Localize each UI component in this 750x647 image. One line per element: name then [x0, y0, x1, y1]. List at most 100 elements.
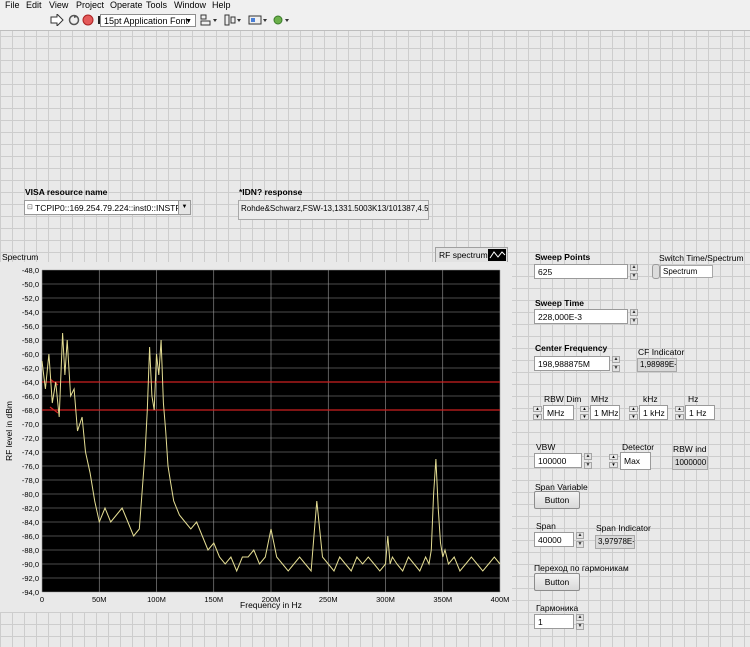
harmonic-field[interactable]: 1: [534, 614, 574, 629]
increment-arrow-icon[interactable]: ▲: [629, 406, 638, 412]
harmonic-nav-button[interactable]: Button: [534, 573, 580, 591]
sweep-points-stepper[interactable]: ▲ ▼: [630, 264, 638, 280]
y-tick-label: -56,0: [22, 322, 39, 331]
increment-arrow-icon[interactable]: ▲: [630, 264, 638, 271]
y-tick-label: -64,0: [22, 378, 39, 387]
center-frequency-stepper[interactable]: ▲ ▼: [612, 356, 620, 372]
increment-arrow-icon[interactable]: ▲: [675, 406, 684, 412]
sweep-points-field[interactable]: 625: [534, 264, 628, 279]
y-tick-label: -84,0: [22, 518, 39, 527]
rbw-mhz-field[interactable]: 1 MHz: [590, 405, 620, 420]
span-value: 40000: [538, 535, 562, 545]
align-objects-icon[interactable]: [200, 14, 218, 27]
y-tick-label: -80,0: [22, 490, 39, 499]
sweep-time-field[interactable]: 228,000E-3: [534, 309, 628, 324]
run-continuously-icon[interactable]: [68, 14, 80, 27]
sweep-time-value: 228,000E-3: [538, 312, 582, 322]
increment-arrow-icon[interactable]: ▲: [580, 406, 589, 412]
y-tick-label: -54,0: [22, 308, 39, 317]
rbw-ind-value: 1000000: [675, 458, 707, 467]
rbw-hz-value: 1 Hz: [689, 408, 707, 418]
decrement-arrow-icon[interactable]: ▼: [580, 414, 589, 420]
dropdown-arrow-icon[interactable]: ▼: [178, 201, 190, 214]
decrement-arrow-icon[interactable]: ▼: [612, 365, 620, 372]
rbw-hz-stepper[interactable]: ▲ ▼: [675, 406, 684, 420]
decrement-arrow-icon[interactable]: ▼: [629, 414, 638, 420]
rbw-dim-label: RBW Dim: [544, 394, 582, 404]
rbw-hz-field[interactable]: 1 Hz: [685, 405, 715, 420]
detector-stepper[interactable]: ▲ ▼: [609, 454, 618, 468]
menu-tools[interactable]: Tools: [146, 0, 167, 11]
vbw-value: 100000: [538, 456, 567, 466]
menu-edit[interactable]: Edit: [26, 0, 42, 11]
decrement-arrow-icon[interactable]: ▼: [630, 273, 638, 280]
cf-indicator-label: CF Indicator: [638, 347, 685, 357]
visa-resource-field[interactable]: ⊡ TCPIP0::169.254.79.224::inst0::INSTR ▼: [24, 200, 191, 215]
abort-icon[interactable]: [82, 14, 94, 27]
y-tick-label: -66,0: [22, 392, 39, 401]
rbw-mhz-stepper[interactable]: ▲ ▼: [580, 406, 589, 420]
center-frequency-value: 198,988875M: [538, 359, 590, 369]
increment-arrow-icon[interactable]: ▲: [630, 309, 638, 316]
menu-window[interactable]: Window: [174, 0, 206, 11]
y-tick-label: -90,0: [22, 560, 39, 569]
cf-indicator-value: 1,98989E+: [640, 360, 677, 369]
decrement-arrow-icon[interactable]: ▼: [630, 318, 638, 325]
reorder-icon[interactable]: [272, 14, 290, 27]
switch-toggle-icon[interactable]: [652, 264, 660, 279]
center-frequency-label: Center Frequency: [535, 343, 608, 353]
decrement-arrow-icon[interactable]: ▼: [576, 541, 584, 548]
decrement-arrow-icon[interactable]: ▼: [609, 462, 618, 468]
x-tick-label: 50M: [92, 595, 107, 604]
increment-arrow-icon[interactable]: ▲: [576, 532, 584, 539]
rbw-khz-stepper[interactable]: ▲ ▼: [629, 406, 638, 420]
rbw-dim-field[interactable]: MHz: [543, 405, 574, 420]
decrement-arrow-icon[interactable]: ▼: [576, 623, 584, 630]
increment-arrow-icon[interactable]: ▲: [609, 454, 618, 460]
legend-line-icon: [488, 249, 506, 261]
y-tick-label: -86,0: [22, 532, 39, 541]
harmonic-stepper[interactable]: ▲ ▼: [576, 614, 584, 630]
menu-view[interactable]: View: [49, 0, 68, 11]
rbw-khz-label: kHz: [643, 394, 658, 404]
decrement-arrow-icon[interactable]: ▼: [675, 414, 684, 420]
rbw-dim-stepper[interactable]: ▲ ▼: [533, 406, 542, 420]
switch-value: Spectrum: [663, 267, 698, 276]
span-stepper[interactable]: ▲ ▼: [576, 532, 584, 548]
plot-legend[interactable]: RF spectrum: [435, 247, 508, 263]
spectrum-chart[interactable]: -48,0 -50,0 -52,0 -54,0 -56,0 -58,0 -60,0 -62,0…: [0, 262, 512, 612]
increment-arrow-icon[interactable]: ▲: [533, 406, 542, 412]
menu-project[interactable]: Project: [76, 0, 104, 11]
harmonic-nav-button-label: Button: [544, 577, 570, 587]
menu-help[interactable]: Help: [212, 0, 231, 11]
run-arrow-icon[interactable]: [50, 12, 64, 28]
increment-arrow-icon[interactable]: ▲: [612, 356, 620, 363]
sweep-time-stepper[interactable]: ▲ ▼: [630, 309, 638, 325]
menu-operate[interactable]: Operate: [110, 0, 143, 11]
span-field[interactable]: 40000: [534, 532, 574, 547]
y-tick-label: -58,0: [22, 336, 39, 345]
y-tick-label: -82,0: [22, 504, 39, 513]
y-tick-label: -72,0: [22, 434, 39, 443]
sweep-time-label: Sweep Time: [535, 298, 584, 308]
menu-file[interactable]: File: [5, 0, 20, 11]
decrement-arrow-icon[interactable]: ▼: [533, 414, 542, 420]
span-variable-button[interactable]: Button: [534, 491, 580, 509]
font-select[interactable]: 15pt Application Font ▼: [100, 14, 196, 27]
vbw-field[interactable]: 100000: [534, 453, 582, 468]
vbw-stepper[interactable]: ▲ ▼: [584, 453, 592, 469]
legend-label: RF spectrum: [439, 250, 488, 260]
spectrum-label: Spectrum: [2, 252, 39, 262]
resize-objects-icon[interactable]: [248, 14, 268, 27]
harmonic-nav-label: Переход по гармоникам: [534, 563, 629, 573]
rbw-khz-field[interactable]: 1 kHz: [639, 405, 668, 420]
distribute-objects-icon[interactable]: [224, 14, 242, 27]
rbw-khz-value: 1 kHz: [643, 408, 665, 418]
x-tick-label: 350M: [433, 595, 452, 604]
detector-field[interactable]: Max: [620, 452, 651, 470]
increment-arrow-icon[interactable]: ▲: [576, 614, 584, 621]
rbw-ind-display: 1000000: [672, 456, 708, 470]
decrement-arrow-icon[interactable]: ▼: [584, 462, 592, 469]
increment-arrow-icon[interactable]: ▲: [584, 453, 592, 460]
center-frequency-field[interactable]: 198,988875M: [534, 356, 610, 371]
